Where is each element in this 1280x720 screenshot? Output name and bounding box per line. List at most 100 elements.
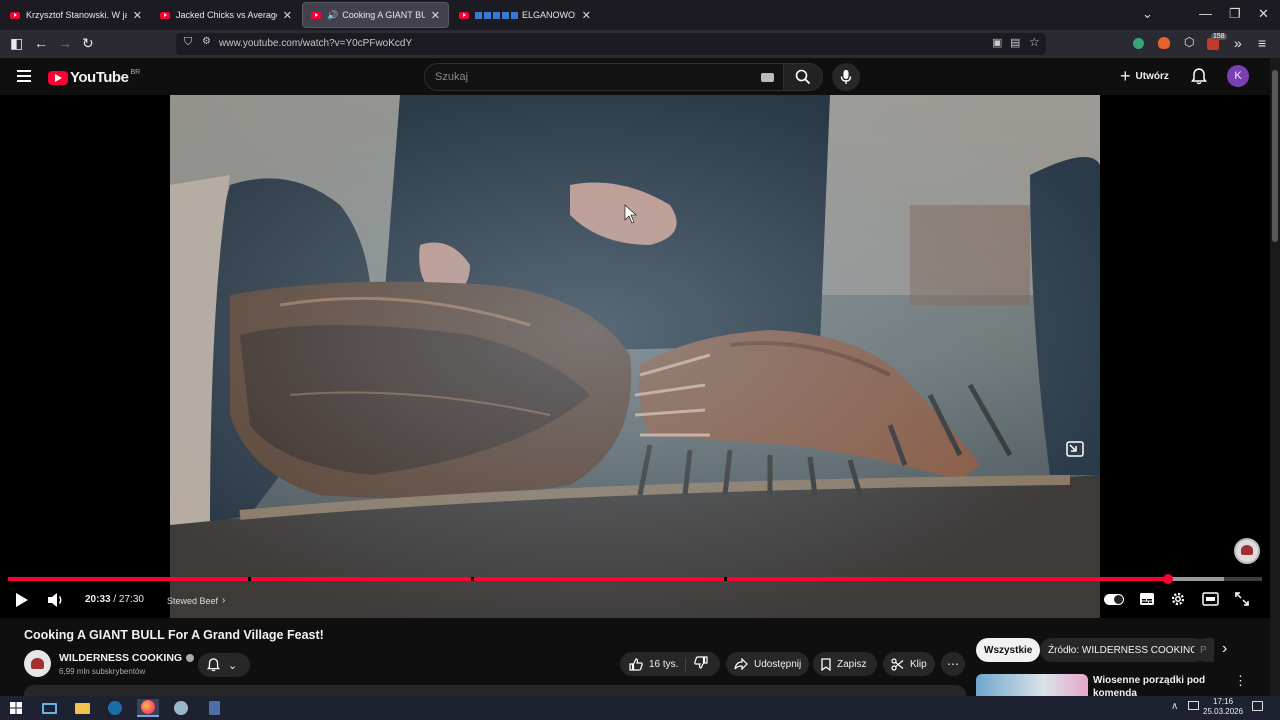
channel-avatar[interactable] [24, 650, 51, 677]
scrollbar-thumb[interactable] [1272, 70, 1278, 242]
chip-label: Wszystkie [984, 644, 1033, 656]
network-icon[interactable] [1188, 701, 1199, 710]
clock-date: 25.03.2026 [1203, 707, 1244, 716]
play-icon[interactable] [15, 592, 29, 608]
shield-icon[interactable]: ⛉ [184, 36, 192, 49]
avatar-letter: K [1234, 70, 1242, 82]
dislike-button[interactable] [686, 656, 708, 672]
browser-tab[interactable]: Krzysztof Stanowski. W jakiej sp ✕ [2, 2, 150, 28]
close-tab-icon[interactable]: ✕ [283, 9, 292, 22]
calculator-icon[interactable] [203, 699, 225, 717]
close-tab-icon[interactable]: ✕ [582, 9, 591, 22]
speaker-icon[interactable]: 🔊 [327, 10, 338, 21]
close-tab-icon[interactable]: ✕ [133, 9, 142, 22]
clip-button[interactable]: Klip [883, 652, 935, 676]
create-button[interactable]: + Utwórz [1120, 67, 1169, 85]
address-bar[interactable]: ⛉ ⚙ www.youtube.com/watch?v=Y0cPFwoKcdY … [176, 33, 1046, 55]
windows-logo-icon [10, 702, 22, 714]
keyboard-icon[interactable] [761, 73, 774, 82]
autoplay-toggle[interactable] [1104, 594, 1124, 605]
steam-icon[interactable] [104, 699, 126, 717]
firefox-icon[interactable] [137, 699, 159, 717]
youtube-logo[interactable]: YouTube BR [48, 69, 140, 86]
bell-icon [207, 658, 220, 672]
kebab-menu-icon[interactable]: ⋮ [1234, 673, 1247, 689]
save-label: Zapisz [837, 658, 867, 670]
restore-icon[interactable]: ❐ [1229, 6, 1241, 22]
chip-all[interactable]: Wszystkie [976, 638, 1041, 662]
close-tab-icon[interactable]: ✕ [431, 9, 440, 22]
share-button[interactable]: Udostępnij [726, 652, 809, 676]
notification-center-icon[interactable] [1252, 701, 1263, 711]
fullscreen-icon[interactable] [1235, 592, 1249, 606]
extension-shield-icon[interactable] [1133, 38, 1144, 49]
progress-fill [8, 577, 1168, 581]
extensions-puzzle-icon[interactable]: ⬡ [1184, 35, 1194, 49]
app-globe-icon[interactable] [170, 699, 192, 717]
browser-tab[interactable]: Jacked Chicks vs Average Joes | ✕ [152, 2, 300, 28]
video-player[interactable]: 20:33 / 27:30 Stewed Beef › [0, 95, 1270, 618]
sidebar-toggle-icon[interactable]: ◧ [10, 35, 23, 52]
channel-name-link[interactable]: WILDERNESS COOKING [59, 652, 195, 664]
search-button[interactable] [783, 63, 823, 91]
time-display: 20:33 / 27:30 [85, 594, 144, 605]
more-actions-button[interactable]: ⋯ [941, 652, 965, 676]
description-box[interactable] [24, 685, 966, 696]
theater-mode-icon[interactable] [1202, 592, 1219, 606]
guide-menu-icon[interactable] [17, 70, 31, 82]
video-frame[interactable] [170, 95, 1100, 618]
progress-bar[interactable] [8, 574, 1262, 584]
search-input[interactable]: Szukaj [435, 71, 468, 83]
page-scrollbar[interactable] [1270, 58, 1280, 696]
list-tabs-chevron-icon[interactable]: ⌄ [1142, 6, 1153, 22]
extension-fox-icon[interactable] [1158, 37, 1170, 49]
tab-title: ELGANOWO: D [522, 10, 576, 20]
browser-tab-active[interactable]: 🔊 Cooking A GIANT BULL For ✕ [302, 2, 449, 28]
volume-icon[interactable] [47, 592, 65, 608]
browser-tab[interactable]: ELGANOWO: D ✕ [451, 2, 599, 28]
app-menu-icon[interactable]: ≡ [1258, 35, 1266, 51]
notifications-bell-icon[interactable] [1191, 68, 1207, 85]
reader-mode-icon[interactable]: ▤ [1010, 36, 1020, 49]
url-text[interactable]: www.youtube.com/watch?v=Y0cPFwoKcdY [219, 38, 412, 49]
search-box[interactable]: Szukaj [424, 63, 784, 91]
chevron-right-icon: › [222, 595, 226, 606]
recommended-video-thumbnail[interactable] [976, 674, 1088, 696]
chip-source-channel[interactable]: Źródło: WILDERNESS COOKING [1040, 638, 1207, 662]
chip-partial[interactable]: P [1194, 638, 1214, 662]
tab-title: Krzysztof Stanowski. W jakiej sp [26, 10, 127, 20]
file-explorer-icon[interactable] [71, 699, 93, 717]
chip-label: P [1200, 644, 1207, 656]
chip-label: Źródło: WILDERNESS COOKING [1048, 644, 1199, 656]
miniplayer-overlay-icon[interactable] [1066, 441, 1084, 457]
subscribed-bell-button[interactable]: ⌄ [198, 653, 250, 677]
channel-watermark-icon[interactable] [1234, 538, 1260, 564]
chapter-button[interactable]: Stewed Beef › [167, 595, 225, 606]
avatar[interactable]: K [1227, 65, 1249, 87]
subtitles-icon[interactable] [1139, 592, 1155, 606]
like-button[interactable]: 16 tys. [620, 657, 686, 671]
back-icon[interactable]: ← [34, 35, 48, 51]
scissors-icon [891, 657, 904, 671]
save-button[interactable]: Zapisz [813, 652, 877, 676]
recommended-video-title[interactable]: Wiosenne porządki pod komendą [1093, 674, 1218, 696]
chips-next-chevron-icon[interactable]: › [1222, 640, 1227, 658]
close-window-icon[interactable]: ✕ [1258, 6, 1269, 22]
minimize-icon[interactable]: — [1199, 6, 1212, 21]
time-current: 20:33 [85, 594, 111, 605]
tray-chevron-up-icon[interactable]: ∧ [1171, 701, 1178, 712]
emoji-badges-icon [475, 11, 518, 19]
bookmark-icon [821, 657, 831, 671]
forward-icon[interactable]: → [58, 35, 72, 51]
picture-in-picture-icon[interactable]: ▣ [992, 36, 1002, 49]
bookmark-star-icon[interactable]: ☆ [1029, 35, 1040, 49]
permissions-icon[interactable]: ⚙ [202, 36, 211, 47]
voice-search-button[interactable] [832, 63, 860, 91]
windows-start-icon[interactable] [5, 699, 27, 717]
settings-gear-icon[interactable] [1170, 591, 1186, 607]
clock[interactable]: 17:16 25.03.2026 [1203, 697, 1243, 717]
more-tools-icon[interactable]: » [1234, 35, 1242, 51]
computer-icon[interactable] [38, 699, 60, 717]
scrubber-handle[interactable] [1162, 574, 1173, 584]
reload-icon[interactable]: ↻ [82, 35, 94, 52]
